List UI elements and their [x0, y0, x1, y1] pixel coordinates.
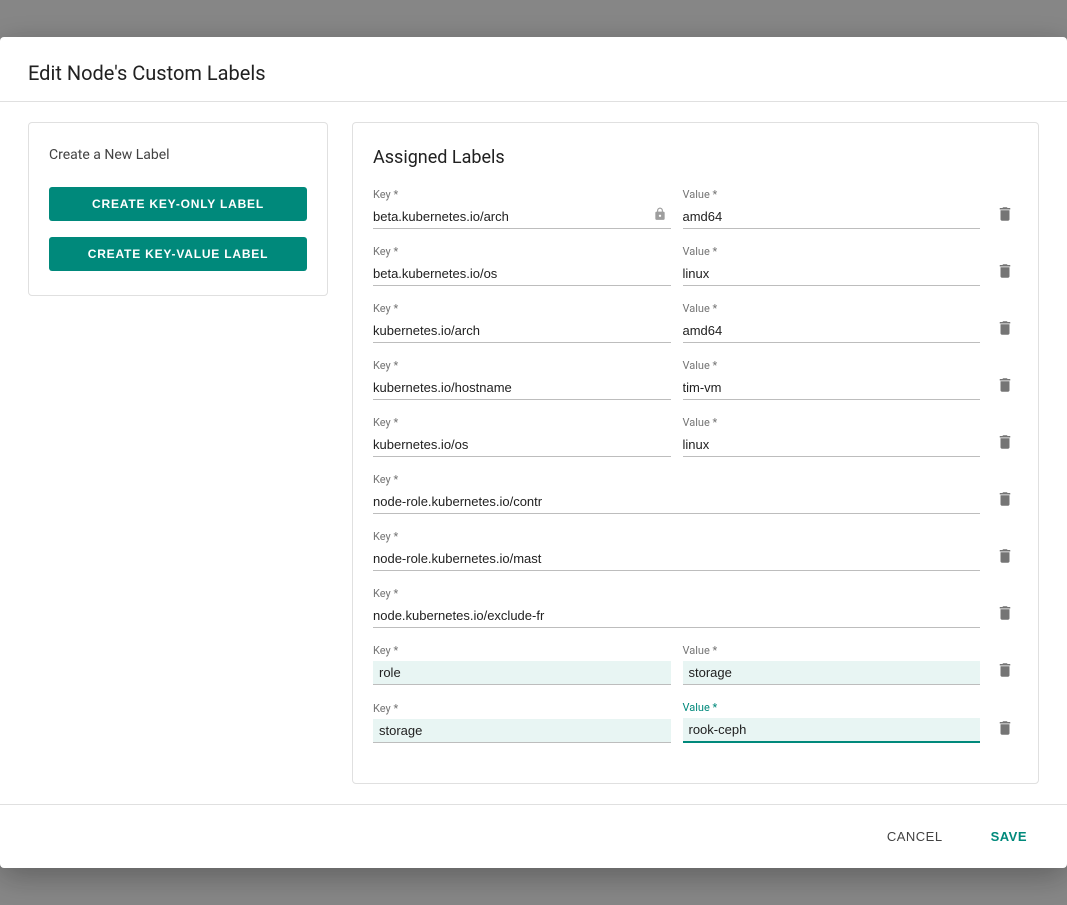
- value-input[interactable]: [683, 205, 981, 229]
- delete-label-button[interactable]: [992, 429, 1018, 455]
- key-field-group: Key *: [373, 644, 671, 685]
- value-field-group: Value *: [683, 302, 981, 343]
- key-input[interactable]: [373, 604, 980, 628]
- key-label: Key *: [373, 702, 671, 715]
- key-label: Key *: [373, 416, 671, 429]
- key-field-group: Key *: [373, 188, 671, 229]
- label-row: Key * Value *: [373, 188, 1018, 229]
- key-field-group: Key *: [373, 302, 671, 343]
- value-input[interactable]: [683, 433, 981, 457]
- value-label: Value *: [683, 188, 981, 201]
- label-row: Key *: [373, 587, 1018, 628]
- value-field-group: Value *: [683, 416, 981, 457]
- key-input[interactable]: [373, 319, 671, 343]
- key-label: Key *: [373, 473, 980, 486]
- key-label: Key *: [373, 359, 671, 372]
- left-panel-title: Create a New Label: [49, 147, 307, 163]
- save-button[interactable]: SAVE: [979, 821, 1039, 852]
- labels-container: Key *Value *Key *Value *Key *Value *Key …: [373, 188, 1018, 743]
- key-input[interactable]: [373, 661, 671, 685]
- delete-label-button[interactable]: [992, 715, 1018, 741]
- key-input[interactable]: [373, 433, 671, 457]
- delete-label-button[interactable]: [992, 315, 1018, 341]
- key-field-group: Key *: [373, 245, 671, 286]
- value-label: Value *: [683, 416, 981, 429]
- key-input[interactable]: [373, 490, 980, 514]
- key-label: Key *: [373, 644, 671, 657]
- value-input[interactable]: [683, 319, 981, 343]
- label-row: Key * Value *: [373, 644, 1018, 685]
- delete-label-button[interactable]: [992, 486, 1018, 512]
- label-row: Key * Value *: [373, 302, 1018, 343]
- right-panel-title: Assigned Labels: [373, 147, 1018, 168]
- delete-label-button[interactable]: [992, 600, 1018, 626]
- delete-label-button[interactable]: [992, 372, 1018, 398]
- label-row: Key * Value *: [373, 359, 1018, 400]
- value-label: Value *: [683, 302, 981, 315]
- value-field-group: Value *: [683, 245, 981, 286]
- delete-label-button[interactable]: [992, 543, 1018, 569]
- value-input[interactable]: [683, 718, 981, 743]
- value-input[interactable]: [683, 262, 981, 286]
- key-input[interactable]: [373, 719, 671, 743]
- key-label: Key *: [373, 587, 980, 600]
- left-panel: Create a New Label CREATE KEY-ONLY LABEL…: [28, 122, 328, 296]
- key-field-group: Key *: [373, 530, 980, 571]
- key-label: Key *: [373, 245, 671, 258]
- delete-label-button[interactable]: [992, 657, 1018, 683]
- key-input[interactable]: [373, 205, 671, 229]
- lock-icon: [653, 207, 667, 225]
- delete-label-button[interactable]: [992, 258, 1018, 284]
- value-input[interactable]: [683, 661, 981, 685]
- key-field-group: Key *: [373, 359, 671, 400]
- dialog-title: Edit Node's Custom Labels: [28, 61, 1039, 85]
- key-label: Key *: [373, 530, 980, 543]
- label-row: Key *: [373, 530, 1018, 571]
- key-field-group: Key *: [373, 587, 980, 628]
- value-label: Value *: [683, 245, 981, 258]
- cancel-button[interactable]: CANCEL: [875, 821, 955, 852]
- delete-label-button[interactable]: [992, 201, 1018, 227]
- key-label: Key *: [373, 302, 671, 315]
- label-row: Key *: [373, 473, 1018, 514]
- value-input[interactable]: [683, 376, 981, 400]
- value-field-group: Value *: [683, 359, 981, 400]
- dialog: Edit Node's Custom Labels Create a New L…: [0, 37, 1067, 868]
- dialog-overlay: Edit Node's Custom Labels Create a New L…: [0, 0, 1067, 905]
- key-label: Key *: [373, 188, 671, 201]
- value-field-group: Value *: [683, 644, 981, 685]
- create-key-only-label-button[interactable]: CREATE KEY-ONLY LABEL: [49, 187, 307, 221]
- right-panel: Assigned Labels Key * Value * Key * Value *…: [352, 122, 1039, 784]
- label-row: Key * Value *: [373, 701, 1018, 743]
- key-input[interactable]: [373, 262, 671, 286]
- key-input[interactable]: [373, 547, 980, 571]
- key-field-group: Key *: [373, 416, 671, 457]
- value-label: Value *: [683, 701, 981, 714]
- value-label: Value *: [683, 644, 981, 657]
- dialog-footer: CANCEL SAVE: [0, 804, 1067, 868]
- key-field-group: Key *: [373, 473, 980, 514]
- label-row: Key * Value *: [373, 245, 1018, 286]
- value-field-group: Value *: [683, 188, 981, 229]
- value-label: Value *: [683, 359, 981, 372]
- key-field-group: Key *: [373, 702, 671, 743]
- key-input[interactable]: [373, 376, 671, 400]
- dialog-header: Edit Node's Custom Labels: [0, 37, 1067, 102]
- dialog-body: Create a New Label CREATE KEY-ONLY LABEL…: [0, 102, 1067, 804]
- create-key-value-label-button[interactable]: CREATE KEY-VALUE LABEL: [49, 237, 307, 271]
- label-row: Key * Value *: [373, 416, 1018, 457]
- value-field-group: Value *: [683, 701, 981, 743]
